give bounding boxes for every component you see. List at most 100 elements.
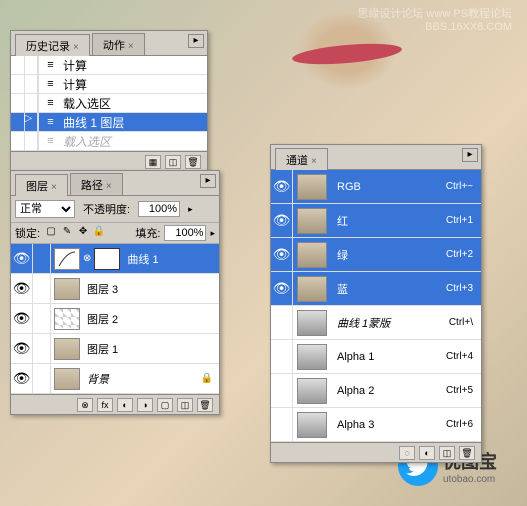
visibility-icon[interactable]: 👁 (271, 272, 293, 305)
document-icon: ≡ (39, 116, 59, 128)
history-panel: ▸ 历史记录× 动作× ≡计算 ≡计算 ≡载入选区 ▷≡曲线 1 图层 ≡载入选… (10, 30, 208, 172)
tab-history[interactable]: 历史记录× (15, 34, 90, 56)
channel-thumb (297, 378, 327, 404)
visibility-icon[interactable] (271, 340, 293, 373)
link-icon: ⊗ (83, 253, 91, 264)
layer-thumb[interactable] (54, 368, 80, 390)
curves-thumb-icon[interactable] (54, 248, 80, 270)
channel-item[interactable]: Alpha 2Ctrl+5 (271, 374, 481, 408)
load-selection-icon[interactable]: ◌ (399, 446, 415, 460)
adjustment-layer-icon[interactable]: ◑ (137, 398, 153, 412)
layer-item[interactable]: 👁⊗曲线 1 (11, 244, 219, 274)
watermark: 思缘设计论坛 www PS教程论坛 BBS.16XX8.COM (357, 5, 512, 33)
visibility-icon[interactable] (271, 408, 293, 441)
history-list: ≡计算 ≡计算 ≡载入选区 ▷≡曲线 1 图层 ≡载入选区 (11, 56, 207, 151)
panel-menu-button[interactable]: ▸ (462, 148, 478, 162)
history-item[interactable]: ≡载入选区 (11, 94, 207, 113)
channel-list: 👁RGBCtrl+~ 👁红Ctrl+1 👁绿Ctrl+2 👁蓝Ctrl+3 曲线… (271, 170, 481, 442)
group-icon[interactable]: ▢ (157, 398, 173, 412)
fill-input[interactable] (164, 225, 206, 241)
document-icon: ≡ (39, 135, 59, 147)
visibility-icon[interactable]: 👁 (11, 244, 33, 273)
close-icon[interactable]: × (311, 156, 317, 167)
layer-mask-icon[interactable]: ◐ (117, 398, 133, 412)
tab-layers[interactable]: 图层× (15, 174, 68, 196)
new-layer-icon[interactable]: ◫ (177, 398, 193, 412)
channel-item[interactable]: 曲线 1蒙版Ctrl+\ (271, 306, 481, 340)
document-icon: ≡ (39, 59, 59, 71)
dropdown-icon[interactable]: ▸ (188, 204, 193, 215)
channel-item[interactable]: Alpha 1Ctrl+4 (271, 340, 481, 374)
tab-paths[interactable]: 路径× (70, 173, 123, 195)
history-item[interactable]: ≡载入选区 (11, 132, 207, 151)
visibility-icon[interactable]: 👁 (11, 304, 33, 333)
lock-transparency-icon[interactable]: ▢ (44, 226, 58, 240)
trash-icon[interactable]: 🗑 (459, 446, 475, 460)
visibility-icon[interactable] (271, 374, 293, 407)
layers-controls: 正常 不透明度: ▸ (11, 196, 219, 222)
visibility-icon[interactable] (271, 306, 293, 339)
tab-channels[interactable]: 通道× (275, 148, 328, 170)
layer-item[interactable]: 👁图层 1 (11, 334, 219, 364)
visibility-icon[interactable]: 👁 (271, 170, 293, 203)
history-item[interactable]: ≡计算 (11, 75, 207, 94)
lock-all-icon[interactable]: 🔒 (92, 226, 106, 240)
layer-thumb[interactable] (54, 308, 80, 330)
visibility-icon[interactable]: 👁 (11, 334, 33, 363)
layer-item[interactable]: 👁背景🔒 (11, 364, 219, 394)
channel-thumb (297, 412, 327, 438)
channel-item[interactable]: 👁红Ctrl+1 (271, 204, 481, 238)
layers-tabs: 图层× 路径× (11, 171, 219, 196)
lock-pixels-icon[interactable]: ✎ (60, 226, 74, 240)
close-icon[interactable]: × (73, 42, 79, 53)
new-document-icon[interactable]: ◫ (165, 155, 181, 169)
visibility-icon[interactable]: 👁 (271, 238, 293, 271)
layer-thumb[interactable] (54, 278, 80, 300)
layer-item[interactable]: 👁图层 3 (11, 274, 219, 304)
close-icon[interactable]: × (51, 182, 57, 193)
history-item[interactable]: ▷≡曲线 1 图层 (11, 113, 207, 132)
panel-menu-button[interactable]: ▸ (200, 174, 216, 188)
layers-panel: ▸ 图层× 路径× 正常 不透明度: ▸ 锁定: ▢ ✎ ✥ 🔒 填充: ▸ 👁… (10, 170, 220, 415)
channels-footer: ◌ ◐ ◫ 🗑 (271, 442, 481, 462)
layer-item[interactable]: 👁图层 2 (11, 304, 219, 334)
channel-thumb (297, 310, 327, 336)
document-icon: ≡ (39, 78, 59, 90)
channels-panel: ▸ 通道× 👁RGBCtrl+~ 👁红Ctrl+1 👁绿Ctrl+2 👁蓝Ctr… (270, 144, 482, 463)
channel-item[interactable]: 👁RGBCtrl+~ (271, 170, 481, 204)
lock-icon: 🔒 (201, 373, 213, 384)
channel-item[interactable]: 👁蓝Ctrl+3 (271, 272, 481, 306)
channel-thumb (297, 276, 327, 302)
layers-footer: ⊗ fx ◐ ◑ ▢ ◫ 🗑 (11, 394, 219, 414)
new-channel-icon[interactable]: ◫ (439, 446, 455, 460)
trash-icon[interactable]: 🗑 (197, 398, 213, 412)
close-icon[interactable]: × (128, 41, 134, 52)
save-selection-icon[interactable]: ◐ (419, 446, 435, 460)
visibility-icon[interactable]: 👁 (271, 204, 293, 237)
tab-actions[interactable]: 动作× (92, 33, 145, 55)
channels-tabs: 通道× (271, 145, 481, 170)
visibility-icon[interactable]: 👁 (11, 364, 33, 393)
blend-mode-select[interactable]: 正常 (15, 200, 75, 218)
channel-item[interactable]: 👁绿Ctrl+2 (271, 238, 481, 272)
snapshot-icon[interactable]: ▦ (145, 155, 161, 169)
channel-item[interactable]: Alpha 3Ctrl+6 (271, 408, 481, 442)
trash-icon[interactable]: 🗑 (185, 155, 201, 169)
layer-list: 👁⊗曲线 1 👁图层 3 👁图层 2 👁图层 1 👁背景🔒 (11, 244, 219, 394)
visibility-icon[interactable]: 👁 (11, 274, 33, 303)
channel-thumb (297, 242, 327, 268)
dropdown-icon[interactable]: ▸ (210, 228, 215, 239)
link-layers-icon[interactable]: ⊗ (77, 398, 93, 412)
close-icon[interactable]: × (106, 181, 112, 192)
opacity-input[interactable] (138, 201, 180, 217)
lock-position-icon[interactable]: ✥ (76, 226, 90, 240)
layer-thumb[interactable] (54, 338, 80, 360)
panel-menu-button[interactable]: ▸ (188, 34, 204, 48)
mask-thumb[interactable] (94, 248, 120, 270)
history-item[interactable]: ≡计算 (11, 56, 207, 75)
opacity-label: 不透明度: (83, 201, 130, 217)
lock-row: 锁定: ▢ ✎ ✥ 🔒 填充: ▸ (11, 222, 219, 244)
document-icon: ≡ (39, 97, 59, 109)
history-tabs: 历史记录× 动作× (11, 31, 207, 56)
layer-style-icon[interactable]: fx (97, 398, 113, 412)
